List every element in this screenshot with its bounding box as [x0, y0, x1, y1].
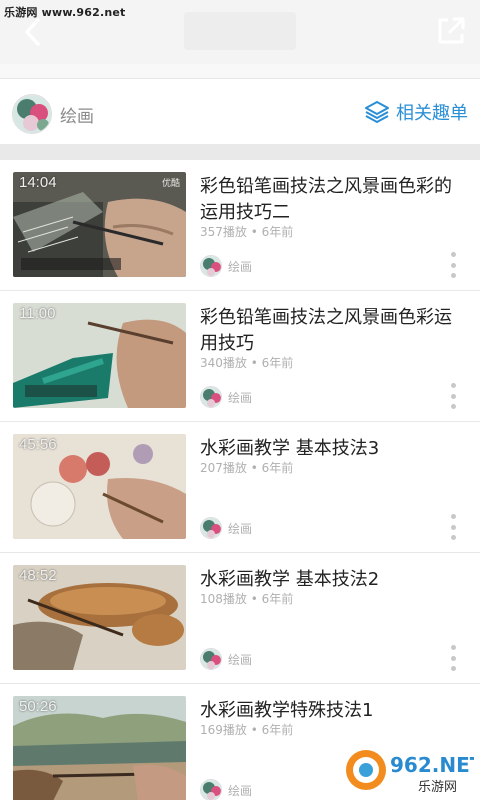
video-author[interactable]: 绘画 [200, 385, 252, 409]
watermark-text: 乐游网 www.962.net [4, 6, 126, 19]
video-item[interactable]: 48:52 水彩画教学 基本技法2 108播放 • 6年前 绘画 [0, 553, 480, 684]
video-thumbnail[interactable]: 11:00 [13, 303, 186, 408]
video-list: 14:04 优酷 彩色铅笔画技法之风景画色彩的运用技巧二 357播放 • 6年前… [0, 160, 480, 800]
more-options-button[interactable] [446, 252, 460, 278]
dot-icon [450, 383, 456, 388]
dot-icon [450, 524, 456, 530]
channel-row[interactable]: 绘画 相关趣单 [0, 80, 480, 144]
video-author[interactable]: 绘画 [200, 516, 252, 540]
watermark-brand: 962.NET [390, 753, 474, 777]
watermark-sub: 乐游网 [418, 780, 457, 795]
dot-icon [450, 666, 456, 671]
video-author[interactable]: 绘画 [200, 647, 252, 671]
video-duration: 14:04 [19, 174, 57, 191]
video-author[interactable]: 绘画 [200, 778, 252, 800]
video-thumbnail[interactable]: 50:26 [13, 696, 186, 800]
author-name: 绘画 [228, 259, 253, 274]
author-avatar [200, 779, 222, 800]
author-avatar [200, 517, 222, 539]
author-avatar [200, 255, 222, 277]
dot-icon [450, 252, 456, 257]
author-name: 绘画 [228, 521, 253, 536]
header-divider [0, 64, 480, 79]
author-avatar [200, 386, 222, 408]
channel-avatar[interactable] [12, 94, 52, 134]
video-thumbnail[interactable]: 45:56 [13, 434, 186, 539]
dot-icon [450, 514, 456, 519]
dot-icon [450, 535, 456, 540]
video-thumbnail[interactable]: 14:04 优酷 [13, 172, 186, 277]
video-item[interactable]: 14:04 优酷 彩色铅笔画技法之风景画色彩的运用技巧二 357播放 • 6年前… [0, 160, 480, 291]
share-external-icon [438, 17, 465, 44]
more-options-button[interactable] [446, 514, 460, 540]
related-playlists-button[interactable]: 相关趣单 [364, 96, 468, 128]
dot-icon [450, 273, 456, 278]
video-duration: 11:00 [19, 305, 56, 322]
video-meta: 357播放 • 6年前 [200, 225, 294, 239]
dot-icon [450, 404, 456, 409]
video-title[interactable]: 彩色铅笔画技法之风景画色彩的运用技巧二 [200, 174, 466, 226]
dot-icon [450, 262, 456, 268]
video-meta: 108播放 • 6年前 [200, 592, 294, 606]
channel-name[interactable]: 绘画 [60, 102, 94, 127]
author-name: 绘画 [228, 783, 253, 798]
video-duration: 50:26 [19, 698, 57, 715]
video-meta: 340播放 • 6年前 [200, 356, 294, 370]
author-name: 绘画 [228, 652, 253, 667]
video-duration: 45:56 [19, 436, 57, 453]
video-meta: 207播放 • 6年前 [200, 461, 294, 475]
top-bar: 乐游网 www.962.net [0, 0, 480, 64]
video-thumbnail[interactable]: 48:52 [13, 565, 186, 670]
author-avatar [200, 648, 222, 670]
dot-icon [450, 393, 456, 399]
watermark-logo: 962.NET 乐游网 [344, 744, 480, 796]
video-item[interactable]: 11:00 彩色铅笔画技法之风景画色彩运用技巧 340播放 • 6年前 绘画 [0, 291, 480, 422]
more-options-button[interactable] [446, 645, 460, 671]
more-options-button[interactable] [446, 383, 460, 409]
video-item[interactable]: 45:56 水彩画教学 基本技法3 207播放 • 6年前 绘画 [0, 422, 480, 553]
video-title[interactable]: 彩色铅笔画技法之风景画色彩运用技巧 [200, 305, 466, 357]
video-duration: 48:52 [19, 567, 57, 584]
related-label: 相关趣单 [396, 103, 468, 124]
share-button[interactable] [432, 12, 470, 50]
dot-icon [450, 655, 456, 661]
video-meta: 169播放 • 6年前 [200, 723, 294, 737]
section-gap [0, 144, 480, 160]
title-placeholder [184, 12, 296, 50]
source-tag: 优酷 [161, 179, 180, 189]
layers-icon [365, 101, 389, 123]
dot-icon [450, 645, 456, 650]
author-name: 绘画 [228, 390, 253, 405]
video-author[interactable]: 绘画 [200, 254, 252, 278]
